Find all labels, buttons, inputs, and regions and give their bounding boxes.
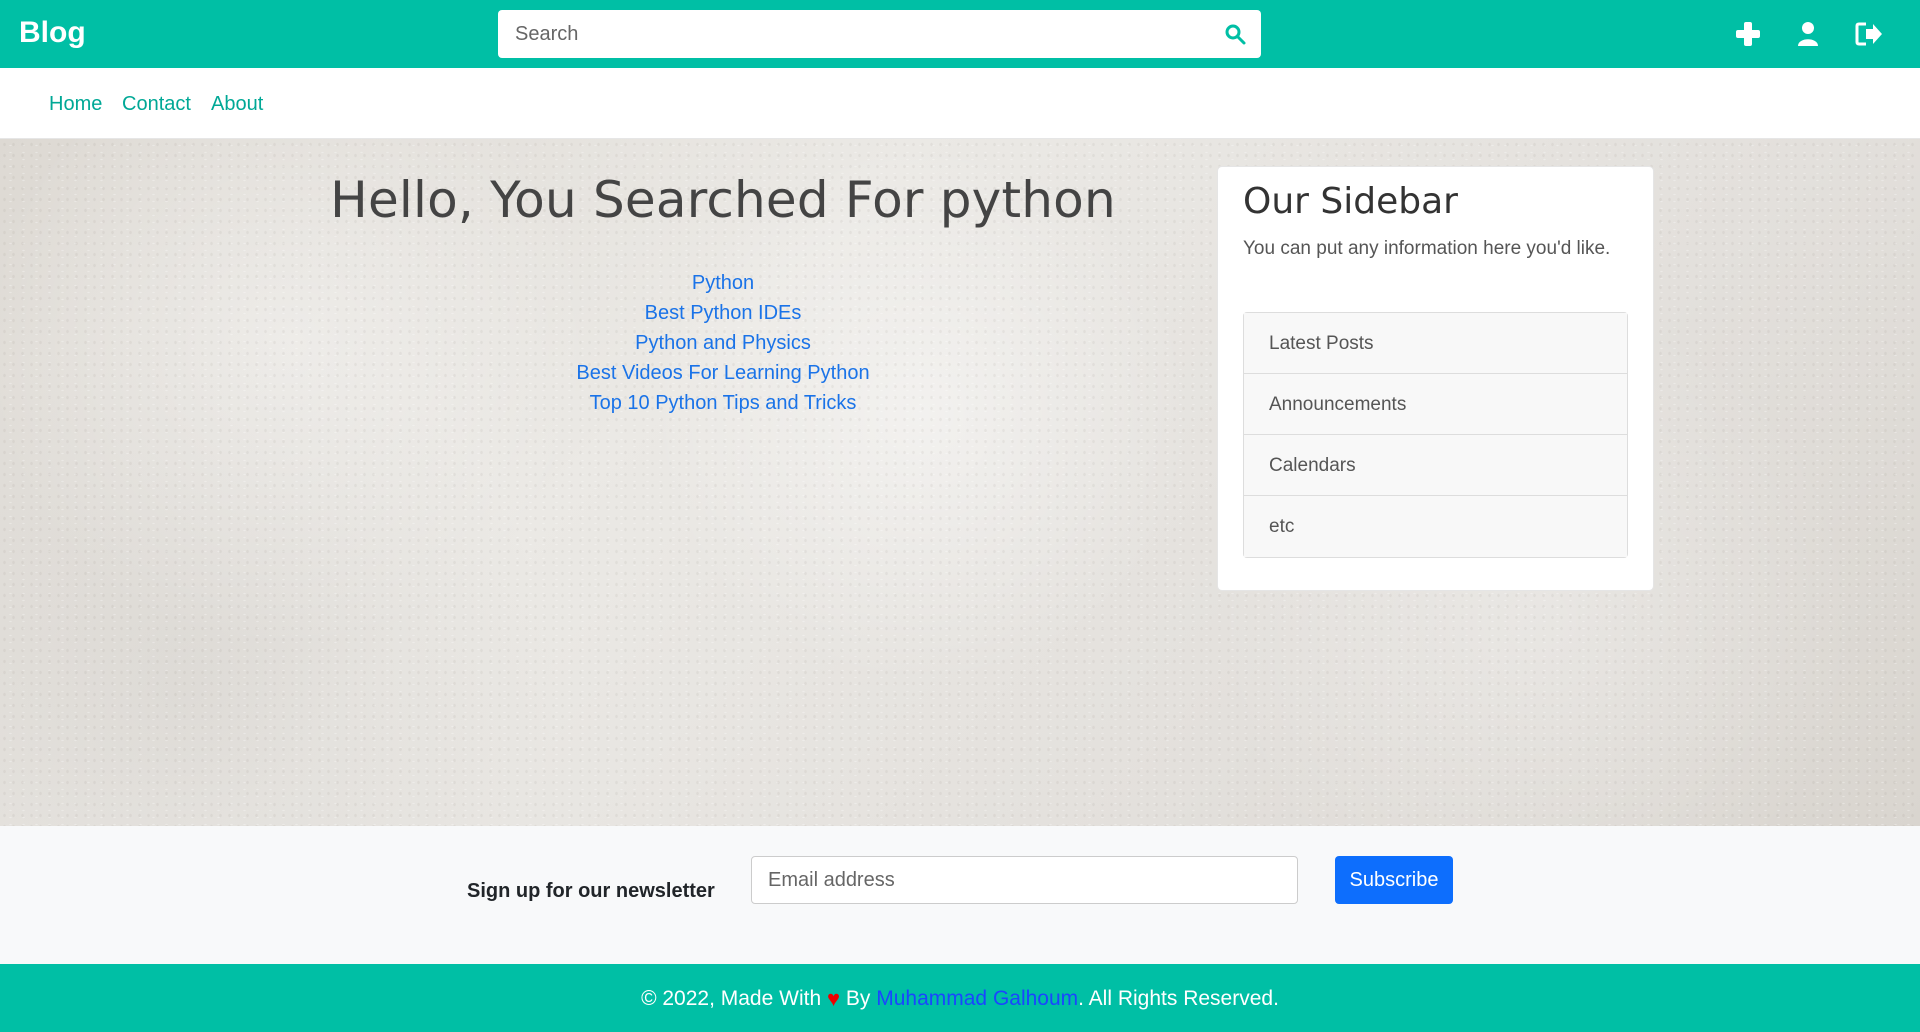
search-result-link[interactable]: Best Python IDEs (645, 302, 802, 324)
sidebar-list: Latest Posts Announcements Calendars etc (1243, 312, 1628, 558)
footer-copyright: © 2022, Made With ♥ By Muhammad Galhoum.… (0, 986, 1920, 1012)
sidebar-title: Our Sidebar (1243, 181, 1458, 222)
search-icon[interactable] (1223, 22, 1247, 46)
sidebar-item-etc[interactable]: etc (1244, 496, 1627, 557)
search-result-link[interactable]: Python and Physics (635, 332, 811, 354)
footer: © 2022, Made With ♥ By Muhammad Galhoum.… (0, 964, 1920, 1032)
plus-icon[interactable] (1733, 19, 1763, 49)
brand-logo[interactable]: Blog (19, 16, 86, 50)
search-result-link[interactable]: Best Videos For Learning Python (576, 362, 869, 384)
newsletter-label: Sign up for our newsletter (467, 880, 715, 902)
sidebar-item-latest-posts[interactable]: Latest Posts (1244, 313, 1627, 374)
sidebar-item-calendars[interactable]: Calendars (1244, 435, 1627, 496)
user-icon[interactable] (1793, 19, 1823, 49)
footer-suffix: . All Rights Reserved. (1078, 987, 1279, 1010)
sidebar-card: Our Sidebar You can put any information … (1217, 166, 1654, 591)
search-box (498, 10, 1261, 58)
newsletter-email-input[interactable] (751, 856, 1298, 904)
nav-contact-link[interactable]: Contact (122, 93, 191, 116)
footer-prefix: © 2022, Made With (641, 987, 822, 1010)
nav-about-link[interactable]: About (211, 93, 263, 116)
top-navbar: Blog (0, 0, 1920, 68)
secondary-navbar: Home Contact About (0, 68, 1920, 139)
footer-by: By (845, 987, 871, 1010)
search-result-link[interactable]: Python (692, 272, 754, 294)
subscribe-button[interactable]: Subscribe (1335, 856, 1453, 904)
author-link[interactable]: Muhammad Galhoum (876, 987, 1078, 1010)
search-input[interactable] (498, 10, 1198, 58)
sidebar-description: You can put any information here you'd l… (1243, 238, 1611, 259)
newsletter-section: Sign up for our newsletter Subscribe (0, 826, 1920, 964)
sidebar-item-announcements[interactable]: Announcements (1244, 374, 1627, 435)
heart-icon: ♥ (826, 986, 841, 1011)
nav-home-link[interactable]: Home (49, 93, 102, 116)
search-result-link[interactable]: Top 10 Python Tips and Tricks (590, 392, 857, 414)
logout-icon[interactable] (1854, 19, 1884, 49)
